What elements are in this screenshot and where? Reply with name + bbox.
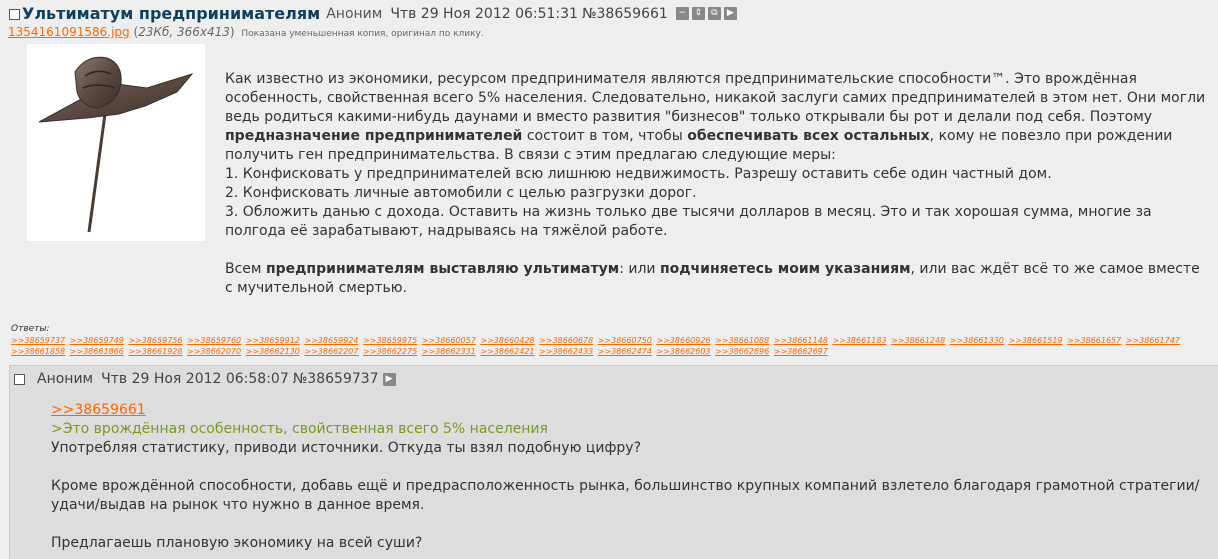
op-text-2: состоит в том, чтобы xyxy=(522,128,688,144)
reply-message: >>38659661 >Это врождённая особенность, … xyxy=(51,401,1201,553)
reply-link[interactable]: >>38662207 xyxy=(304,347,358,356)
paren-close: ) xyxy=(229,25,235,39)
post-number-link[interactable]: №38659661 xyxy=(582,6,668,22)
reply-line: Употребляя статистику, приводи источники… xyxy=(51,440,642,456)
reply-link[interactable]: >>38659924 xyxy=(304,336,358,345)
poster-name: Аноним xyxy=(326,5,383,22)
favorite-icon[interactable]: ⧉ xyxy=(707,7,721,20)
post-reference-link[interactable]: >>38659661 xyxy=(51,402,146,418)
reply-link[interactable]: >>38660926 xyxy=(656,336,710,345)
hide-icon[interactable]: − xyxy=(675,7,689,20)
quote-text: >Это врождённая особенность, свойственна… xyxy=(51,421,548,437)
reply-link[interactable]: >>38661519 xyxy=(1008,336,1062,345)
op-select-checkbox[interactable] xyxy=(9,9,20,20)
reply-link[interactable]: >>38660057 xyxy=(422,336,476,345)
poster-name: Аноним xyxy=(37,371,94,387)
op-message: Как известно из экономики, ресурсом пред… xyxy=(225,70,1210,298)
op-paragraph-1: Как известно из экономики, ресурсом пред… xyxy=(225,70,1210,165)
reply-link[interactable]: >>38662433 xyxy=(539,347,593,356)
post-date: Чтв 29 Ноя 2012 06:58:07 xyxy=(101,371,289,387)
file-size: 23Кб, 366x413 xyxy=(138,25,230,39)
reply-line: Кроме врождённой способности, добавь ещё… xyxy=(51,478,1200,513)
reply-link[interactable]: >>38661858 xyxy=(11,347,65,356)
op-header: Ультиматум предпринимателям Аноним Чтв 2… xyxy=(9,4,737,23)
replies-section: Ответы: >>38659737 >>38659749 >>38659756… xyxy=(11,324,1218,357)
reply-link[interactable]: >>38662275 xyxy=(363,347,417,356)
reply-arrow-icon[interactable]: ▶ xyxy=(723,7,737,20)
reply-link[interactable]: >>38662696 xyxy=(715,347,769,356)
op-paragraph-ultimatum: Всем предпринимателям выставляю ультимат… xyxy=(225,260,1210,298)
file-meta: (23Кб, 366x413) xyxy=(133,25,234,39)
reply-select-checkbox[interactable] xyxy=(14,373,25,385)
op-bold-3: предпринимателям выставляю ультиматум xyxy=(265,261,620,277)
reply-post: Аноним Чтв 29 Ноя 2012 06:58:07 №3865973… xyxy=(9,365,1218,559)
reply-link[interactable]: >>38662130 xyxy=(246,347,300,356)
op-text-1: Как известно из экономики, ресурсом пред… xyxy=(225,71,1206,125)
reply-link[interactable]: >>38661088 xyxy=(715,336,769,345)
op-list-item: 3. Обложить данью с дохода. Оставить на … xyxy=(225,204,1152,239)
expand-icon[interactable]: ⇕ xyxy=(691,7,705,20)
reply-link[interactable]: >>38662697 xyxy=(774,347,828,356)
reply-link[interactable]: >>38662421 xyxy=(480,347,534,356)
badge-pin-image xyxy=(38,56,194,233)
reply-link[interactable]: >>38659749 xyxy=(70,336,124,345)
post-date: Чтв 29 Ноя 2012 06:51:31 xyxy=(390,5,578,22)
op-list-item: 1. Конфисковать у предпринимателей всю л… xyxy=(225,166,1052,182)
reply-link[interactable]: >>38661248 xyxy=(891,336,945,345)
file-hint: Показана уменьшенная копия, оригинал по … xyxy=(241,29,484,39)
reply-link[interactable]: >>38659760 xyxy=(187,336,241,345)
reply-link[interactable]: >>38660678 xyxy=(539,336,593,345)
op-text-5: : или xyxy=(619,261,660,277)
reply-link[interactable]: >>38662474 xyxy=(598,347,652,356)
post-number-link[interactable]: №38659737 xyxy=(293,371,379,387)
op-bold-1: предназначение предпринимателей xyxy=(225,128,523,144)
op-list-item: 2. Конфисковать личные автомобили с цель… xyxy=(225,185,697,201)
file-link[interactable]: 1354161091586.jpg xyxy=(8,25,130,39)
op-bold-2: обеспечивать всех остальных xyxy=(687,128,930,144)
reply-header: Аноним Чтв 29 Ноя 2012 06:58:07 №3865973… xyxy=(14,371,396,387)
reply-link[interactable]: >>38661148 xyxy=(774,336,828,345)
reply-link[interactable]: >>38659912 xyxy=(246,336,300,345)
op-bold-4: подчиняетесь моим указаниям xyxy=(659,261,911,277)
reply-line: Предлагаешь плановую экономику на всей с… xyxy=(51,535,423,551)
file-info: 1354161091586.jpg (23Кб, 366x413) Показа… xyxy=(8,25,484,39)
reply-arrow-icon[interactable]: ▶ xyxy=(382,372,396,386)
reply-link[interactable]: >>38662070 xyxy=(187,347,241,356)
op-text-4: Всем xyxy=(225,261,266,277)
replies-label: Ответы: xyxy=(11,324,50,334)
reply-link[interactable]: >>38661928 xyxy=(128,347,182,356)
reply-link[interactable]: >>38659756 xyxy=(128,336,182,345)
post-tools: − ⇕ ⧉ ▶ xyxy=(675,7,737,20)
reply-link[interactable]: >>38662331 xyxy=(422,347,476,356)
reply-link[interactable]: >>38661657 xyxy=(1067,336,1121,345)
post-image-thumbnail[interactable] xyxy=(27,44,205,241)
reply-link[interactable]: >>38659737 xyxy=(11,336,65,345)
reply-link[interactable]: >>38660428 xyxy=(480,336,534,345)
reply-link[interactable]: >>38662603 xyxy=(656,347,710,356)
reply-link[interactable]: >>38661747 xyxy=(1126,336,1180,345)
reply-link[interactable]: >>38659975 xyxy=(363,336,417,345)
reply-links: >>38659737 >>38659749 >>38659756 >>38659… xyxy=(11,335,1218,357)
reply-link[interactable]: >>38661183 xyxy=(832,336,886,345)
thread-title: Ультиматум предпринимателям xyxy=(22,4,321,23)
reply-link[interactable]: >>38661330 xyxy=(950,336,1004,345)
reply-link[interactable]: >>38660750 xyxy=(598,336,652,345)
reply-link[interactable]: >>38661866 xyxy=(70,347,124,356)
